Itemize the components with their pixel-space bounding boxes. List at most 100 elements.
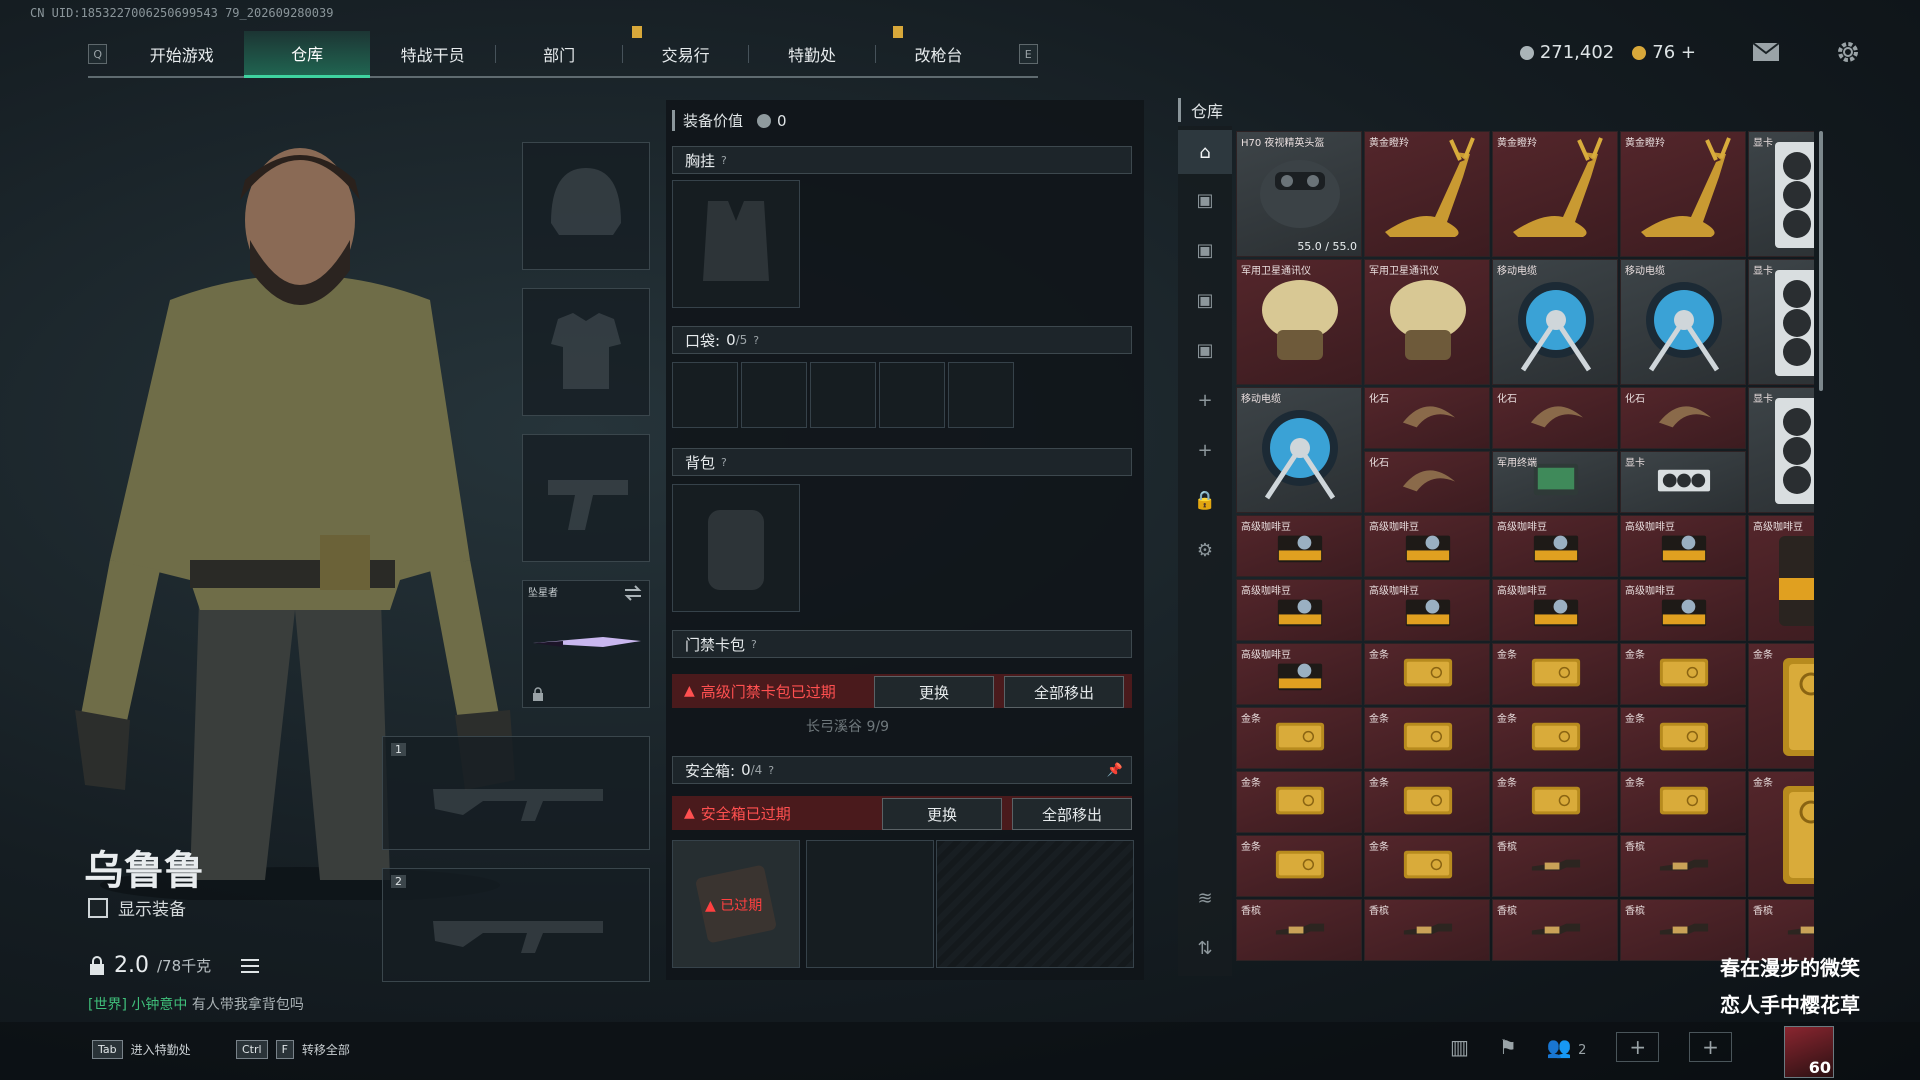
primary-weapon-slot-1[interactable]: 1: [382, 736, 650, 850]
stats-icon[interactable]: ▥: [1450, 1035, 1469, 1059]
tab-trade[interactable]: 交易行: [623, 32, 748, 76]
warehouse-item[interactable]: 香槟: [1364, 899, 1490, 961]
warehouse-item[interactable]: 香槟: [1620, 835, 1746, 897]
hotkey-enter-special-service[interactable]: Tab 进入特勤处: [92, 1040, 191, 1059]
settings-gear-icon[interactable]: ⚙: [1178, 528, 1232, 572]
help-icon[interactable]: ?: [751, 638, 757, 651]
pistol-slot[interactable]: [522, 434, 650, 562]
warehouse-item[interactable]: 高级咖啡豆: [1748, 515, 1814, 641]
warehouse-item[interactable]: 金条: [1364, 643, 1490, 705]
pocket-slot[interactable]: [948, 362, 1014, 428]
add-party-icon[interactable]: +: [1616, 1032, 1660, 1062]
warehouse-item[interactable]: 黄金瞪羚: [1620, 131, 1746, 257]
add-party-icon[interactable]: +: [1689, 1032, 1732, 1062]
armor-slot[interactable]: [522, 288, 650, 416]
warehouse-item[interactable]: 金条: [1620, 771, 1746, 833]
layers-icon[interactable]: ≋: [1178, 876, 1232, 920]
hotkey-transfer-all[interactable]: Ctrl F 转移全部: [236, 1040, 350, 1059]
warehouse-item[interactable]: 移动电缆: [1620, 259, 1746, 385]
warehouse-item[interactable]: 黄金瞪羚: [1492, 131, 1618, 257]
melee-slot[interactable]: 坠星者: [522, 580, 650, 708]
warehouse-scrollbar[interactable]: [1819, 131, 1823, 391]
warehouse-item[interactable]: 化石: [1364, 451, 1490, 513]
warehouse-item[interactable]: 香槟: [1492, 835, 1618, 897]
settings-gear-icon[interactable]: [1836, 40, 1860, 64]
lock-icon[interactable]: 🔒: [1178, 478, 1232, 522]
show-gear-toggle[interactable]: 显示装备: [88, 895, 186, 920]
warehouse-item[interactable]: 显卡: [1620, 451, 1746, 513]
sort-icon[interactable]: ⇅: [1178, 926, 1232, 970]
warehouse-tab-icon[interactable]: ▣: [1178, 228, 1232, 272]
swap-icon[interactable]: [623, 585, 643, 601]
warehouse-item[interactable]: 军用终端: [1492, 451, 1618, 513]
pocket-slot[interactable]: [879, 362, 945, 428]
help-icon[interactable]: ?: [768, 764, 774, 777]
warehouse-tab-icon[interactable]: ▣: [1178, 178, 1232, 222]
safebox-slot[interactable]: [806, 840, 934, 968]
warehouse-item[interactable]: 高级咖啡豆: [1236, 579, 1362, 641]
flag-icon[interactable]: ⚑: [1499, 1035, 1517, 1059]
warehouse-item[interactable]: 高级咖啡豆: [1364, 579, 1490, 641]
warehouse-item[interactable]: 军用卫星通讯仪: [1364, 259, 1490, 385]
show-gear-checkbox[interactable]: [88, 897, 108, 918]
world-chat-line[interactable]: [世界] 小钟意中 有人带我拿背包吗: [88, 994, 304, 1014]
warehouse-item[interactable]: 金条: [1620, 707, 1746, 769]
warehouse-item[interactable]: 移动电缆: [1492, 259, 1618, 385]
warehouse-item[interactable]: 金条: [1236, 707, 1362, 769]
warehouse-item[interactable]: 金条: [1364, 771, 1490, 833]
keycard-remove-all-button[interactable]: 全部移出: [1004, 676, 1124, 708]
add-tab-icon[interactable]: +: [1178, 378, 1232, 422]
tab-operators[interactable]: 特战干员: [370, 32, 495, 76]
warehouse-tab-icon[interactable]: ▣: [1178, 278, 1232, 322]
safebox-item-slot[interactable]: ▲ 已过期: [672, 840, 800, 968]
warehouse-item[interactable]: 化石: [1364, 387, 1490, 449]
warehouse-item[interactable]: H70 夜视精英头盔 55.0 / 55.0: [1236, 131, 1362, 257]
tab-department[interactable]: 部门: [496, 32, 621, 76]
safebox-remove-all-button[interactable]: 全部移出: [1012, 798, 1132, 830]
warehouse-item[interactable]: 金条: [1236, 771, 1362, 833]
keycard-replace-button[interactable]: 更换: [874, 676, 994, 708]
pocket-slot[interactable]: [672, 362, 738, 428]
warehouse-item[interactable]: 金条: [1364, 835, 1490, 897]
pocket-slot[interactable]: [810, 362, 876, 428]
warehouse-item[interactable]: 金条: [1748, 643, 1814, 769]
party-icon[interactable]: 👥 2: [1547, 1035, 1587, 1059]
add-gold-button[interactable]: +: [1681, 42, 1696, 63]
warehouse-item[interactable]: 军用卫星通讯仪: [1236, 259, 1362, 385]
warehouse-item[interactable]: 金条: [1620, 643, 1746, 705]
warehouse-item[interactable]: 香槟: [1236, 899, 1362, 961]
help-icon[interactable]: ?: [753, 334, 759, 347]
safebox-replace-button[interactable]: 更换: [882, 798, 1002, 830]
tab-gunsmith[interactable]: 改枪台: [876, 32, 1001, 76]
help-icon[interactable]: ?: [721, 154, 727, 167]
help-icon[interactable]: ?: [721, 456, 727, 469]
warehouse-item[interactable]: 化石: [1492, 387, 1618, 449]
primary-weapon-slot-2[interactable]: 2: [382, 868, 650, 982]
warehouse-item[interactable]: 金条: [1492, 707, 1618, 769]
warehouse-item[interactable]: 显卡: [1748, 131, 1814, 257]
backpack-slot[interactable]: [672, 484, 800, 612]
warehouse-item[interactable]: 高级咖啡豆: [1620, 515, 1746, 577]
pocket-slot[interactable]: [741, 362, 807, 428]
warehouse-item[interactable]: 显卡: [1748, 387, 1814, 513]
mail-icon[interactable]: [1752, 42, 1780, 62]
player-avatar[interactable]: 60: [1784, 1026, 1834, 1078]
tab-warehouse[interactable]: 仓库: [244, 30, 370, 78]
warehouse-item[interactable]: 黄金瞪羚: [1364, 131, 1490, 257]
warehouse-item[interactable]: 高级咖啡豆: [1620, 579, 1746, 641]
chest-rig-slot[interactable]: [672, 180, 800, 308]
warehouse-item[interactable]: 金条: [1364, 707, 1490, 769]
tab-special-service[interactable]: 特勤处: [749, 32, 874, 76]
warehouse-tab-icon[interactable]: ▣: [1178, 328, 1232, 372]
warehouse-item[interactable]: 高级咖啡豆: [1236, 515, 1362, 577]
pin-icon[interactable]: 📌: [1107, 763, 1123, 778]
warehouse-item[interactable]: 金条: [1748, 771, 1814, 897]
warehouse-item[interactable]: 香槟: [1492, 899, 1618, 961]
nav-right-key[interactable]: E: [1018, 44, 1038, 64]
warehouse-item[interactable]: 显卡: [1748, 259, 1814, 385]
warehouse-item[interactable]: 金条: [1492, 643, 1618, 705]
list-icon[interactable]: [241, 958, 260, 973]
helmet-slot[interactable]: [522, 142, 650, 270]
warehouse-item[interactable]: 高级咖啡豆: [1492, 515, 1618, 577]
warehouse-item[interactable]: 移动电缆: [1236, 387, 1362, 513]
